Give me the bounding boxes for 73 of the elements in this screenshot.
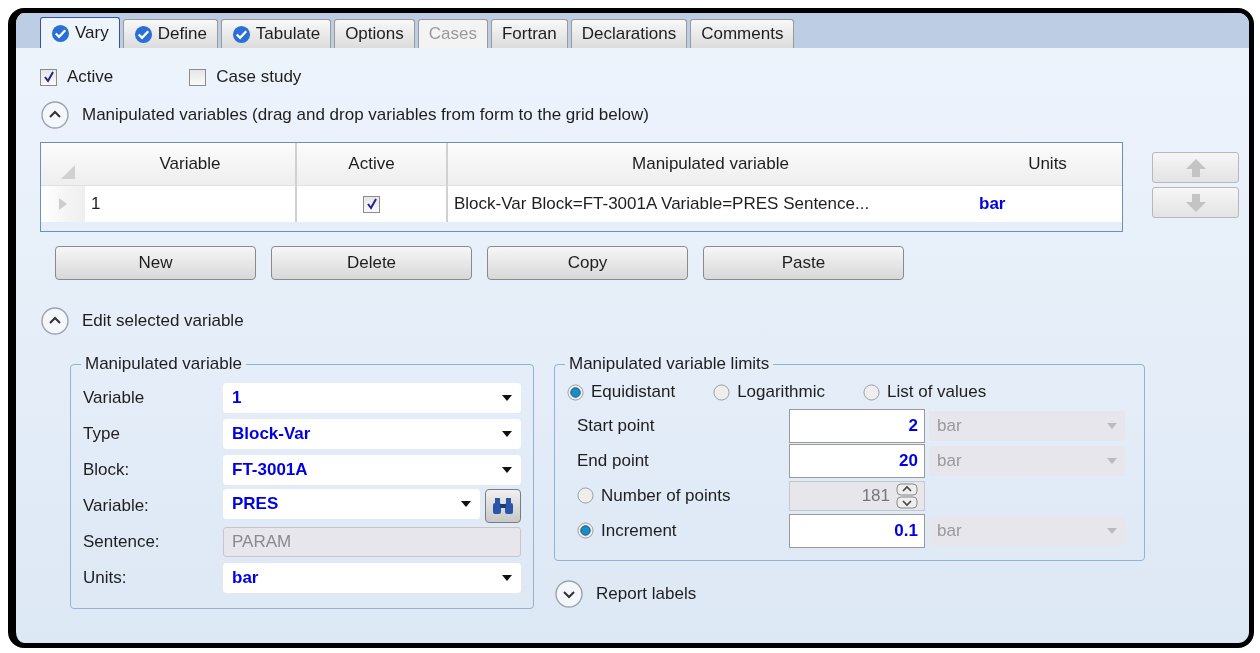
dropdown-field[interactable]: Block-Var: [223, 419, 521, 449]
group-title: Manipulated variable: [84, 354, 243, 374]
table-cell: 1: [85, 186, 297, 222]
collapse-icon[interactable]: [40, 306, 70, 336]
tab[interactable]: Vary: [40, 17, 120, 48]
field-label: Variable:: [83, 496, 150, 516]
readonly-field: PARAM: [223, 527, 521, 557]
dropdown-caret-icon: [1107, 527, 1117, 534]
section-title: Report labels: [596, 584, 697, 604]
field-label: Start point: [577, 415, 655, 436]
section-title: Manipulated variables (drag and drop variables from form to the grid below): [82, 105, 649, 125]
radio-button[interactable]: [577, 487, 594, 504]
column-header[interactable]: Manipulated variable: [448, 143, 973, 186]
column-header[interactable]: Units: [973, 143, 1122, 186]
tab[interactable]: Define: [122, 19, 218, 48]
tab[interactable]: Comments: [690, 19, 795, 48]
number-field[interactable]: 2: [789, 408, 925, 443]
tab[interactable]: Declarations: [570, 19, 688, 48]
field-label: Block:: [83, 460, 131, 480]
tab[interactable]: Tabulate: [220, 19, 332, 48]
number-field[interactable]: 0.1: [789, 513, 925, 548]
checkbox[interactable]: [363, 195, 380, 213]
radio-button[interactable]: [577, 522, 594, 539]
dropdown-caret-icon: [502, 467, 512, 473]
checkbox[interactable]: [40, 68, 57, 86]
radio-button[interactable]: [567, 383, 584, 401]
radio-label: Equidistant: [591, 382, 676, 402]
group-title: Manipulated variable limits: [568, 354, 771, 374]
field-label: Type: [83, 424, 121, 444]
checkbox[interactable]: [189, 68, 207, 86]
action-button[interactable]: Copy: [487, 246, 688, 280]
radio-button[interactable]: [713, 383, 731, 401]
expand-icon[interactable]: [554, 579, 584, 609]
field-label: Increment: [601, 520, 677, 541]
table-cell-text: Block-Var Block=FT-3001A Variable=PRES Sentence...: [453, 193, 871, 215]
spinner-arrows-icon[interactable]: [896, 482, 918, 509]
check-circle-icon: [231, 24, 251, 44]
dropdown-caret-icon: [1107, 422, 1117, 429]
column-header[interactable]: Variable: [85, 143, 297, 186]
binoculars-button[interactable]: [485, 489, 521, 523]
checkbox-label: Active: [67, 67, 114, 87]
action-button[interactable]: New: [55, 246, 256, 280]
field-label: Number of points: [601, 485, 731, 506]
field-label: Sentence:: [83, 532, 161, 552]
dropdown-caret-icon: [502, 431, 512, 437]
collapse-icon[interactable]: [40, 100, 70, 130]
tab[interactable]: Fortran: [490, 19, 568, 48]
checkbox-label: Case study: [216, 67, 302, 87]
dropdown-caret-icon: [502, 395, 512, 401]
dropdown-field[interactable]: bar: [223, 563, 521, 593]
dropdown-caret-icon: [502, 575, 512, 581]
field-label: Variable: [83, 388, 146, 408]
radio-label: Logarithmic: [737, 382, 825, 402]
table-cell-text: bar: [978, 193, 1007, 215]
field-label: End point: [577, 450, 649, 471]
column-header[interactable]: Active: [297, 143, 448, 186]
number-field[interactable]: 20: [789, 443, 925, 478]
dropdown-field[interactable]: PRES: [223, 489, 480, 519]
dropdown-caret-icon: [461, 501, 471, 507]
dropdown-caret-icon: [1107, 457, 1117, 464]
action-button[interactable]: Delete: [271, 246, 472, 280]
dropdown-field[interactable]: 1: [223, 383, 521, 413]
field-label: Units:: [83, 568, 128, 588]
radio-button[interactable]: [863, 383, 880, 401]
action-button[interactable]: Paste: [703, 246, 904, 280]
radio-label: List of values: [887, 382, 987, 402]
binoculars-icon: [491, 497, 515, 515]
dropdown-field[interactable]: FT-3001A: [223, 455, 521, 485]
spin-field[interactable]: 181: [789, 480, 925, 511]
check-circle-icon: [51, 23, 70, 43]
check-circle-icon: [133, 24, 153, 44]
section-title: Edit selected variable: [82, 311, 244, 331]
tab[interactable]: Options: [334, 19, 415, 48]
